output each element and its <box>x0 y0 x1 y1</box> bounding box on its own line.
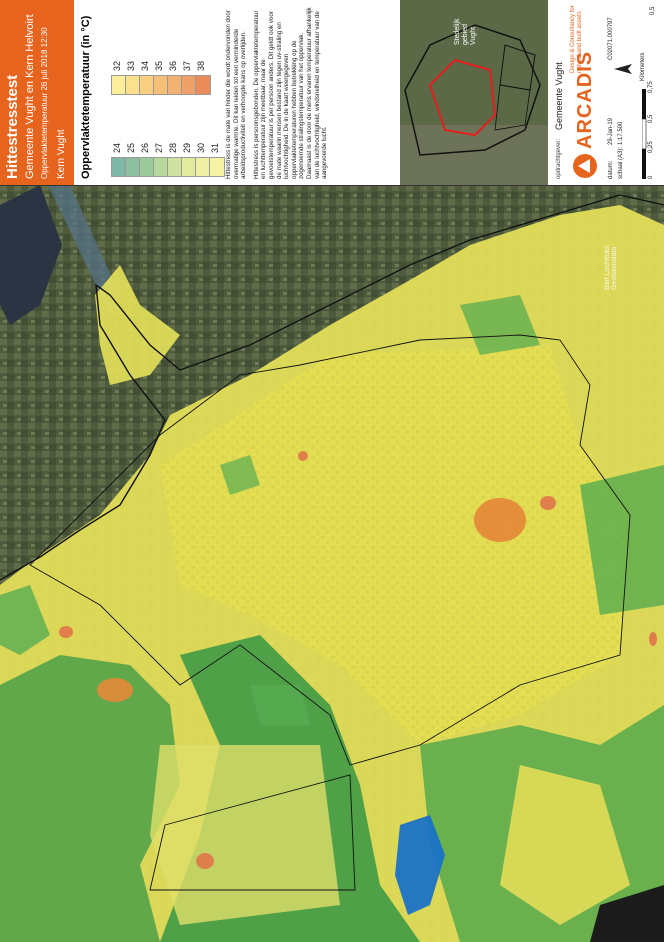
area-name: Kern Vught <box>56 129 67 179</box>
legend-panel-content: Hittestresstest Gemeente Vught en Kern H… <box>0 0 664 185</box>
scale-value: 1:17.500 <box>618 121 624 145</box>
arcadis-logo-icon <box>573 154 597 178</box>
map-sheet: Bart Luchtfoto: Geobasisdata Hittestress… <box>0 0 664 942</box>
scale-tick-0: 0 <box>648 175 654 179</box>
legend-label: 33 <box>126 60 136 71</box>
date-label: datum: <box>608 160 614 179</box>
legend-label: 31 <box>210 142 220 153</box>
date-value: 29-Jan-19 <box>608 117 614 145</box>
legend-label: 29 <box>182 142 192 153</box>
scale-bar: 0 0,25 0,5 0,75 Kilometers <box>640 49 656 179</box>
heat-map[interactable] <box>0 185 664 942</box>
scale-label: schaal (A3): <box>618 146 624 179</box>
legend-swatch <box>209 157 225 177</box>
legend-label: 37 <box>182 60 192 71</box>
project-code: C02071.000797 <box>608 17 614 60</box>
legend-panel: Hittestresstest Gemeente Vught en Kern H… <box>0 0 664 186</box>
map-caption: Oppervlaktetemperatuur 26 juli 2018 12:3… <box>40 27 49 179</box>
legend-label: 36 <box>168 60 178 71</box>
explanation: Hittestress is de mate van hinder die wo… <box>225 6 334 179</box>
scale-tick-3: 0,75 <box>648 81 654 93</box>
arcadis-logo: ARCADIS <box>570 51 602 179</box>
scale-unit: Kilometers <box>640 52 646 81</box>
scale-tick-2: 0,5 <box>648 114 654 123</box>
legend-label: 24 <box>112 142 122 153</box>
overview-inset-map: Stedelijk gebied Vught <box>400 0 548 185</box>
map-subtitle: Gemeente Vught en Kern Helvoirt <box>24 14 36 179</box>
title-bar: Hittestresstest Gemeente Vught en Kern H… <box>0 0 74 185</box>
page-number: 0,5 <box>650 6 656 15</box>
legend-label: 28 <box>168 142 178 153</box>
legend-label: 27 <box>154 142 164 153</box>
inset-label: Stedelijk gebied Vught <box>454 18 477 45</box>
legend-label: 35 <box>154 60 164 71</box>
explanation-paragraph-2: Hittestress is persoonsgebonden. De oppe… <box>252 7 329 179</box>
legend-label: 32 <box>112 60 122 71</box>
scale-tick-1: 0,25 <box>648 141 654 153</box>
explanation-paragraph-1: Hittestress is de mate van hinder die wo… <box>225 10 248 179</box>
legend-label: 34 <box>140 60 150 71</box>
map-title: Hittestresstest <box>4 74 21 179</box>
client-label: opdrachtgever: <box>556 138 562 179</box>
legend-item: 31 <box>208 97 225 177</box>
legend-label: 25 <box>126 142 136 153</box>
legend-label: 26 <box>140 142 150 153</box>
north-arrow-icon <box>614 64 632 74</box>
legend-title: Oppervlaktetemperatuur (in °C) <box>80 15 92 179</box>
title-block: opdrachtgever: Gemeente Vught ARCADIS De… <box>552 0 664 185</box>
legend-swatch <box>195 75 211 95</box>
legend-item: 38 <box>194 15 211 95</box>
map-credit: Bart Luchtfoto: Geobasisdata <box>604 244 618 290</box>
heat-map-canvas <box>0 185 664 942</box>
logo-tagline: Design & Consultancy for natural and bui… <box>570 5 583 73</box>
client-name: Gemeente Vught <box>554 62 564 130</box>
legend-label: 38 <box>196 60 206 71</box>
legend-label: 30 <box>196 142 206 153</box>
